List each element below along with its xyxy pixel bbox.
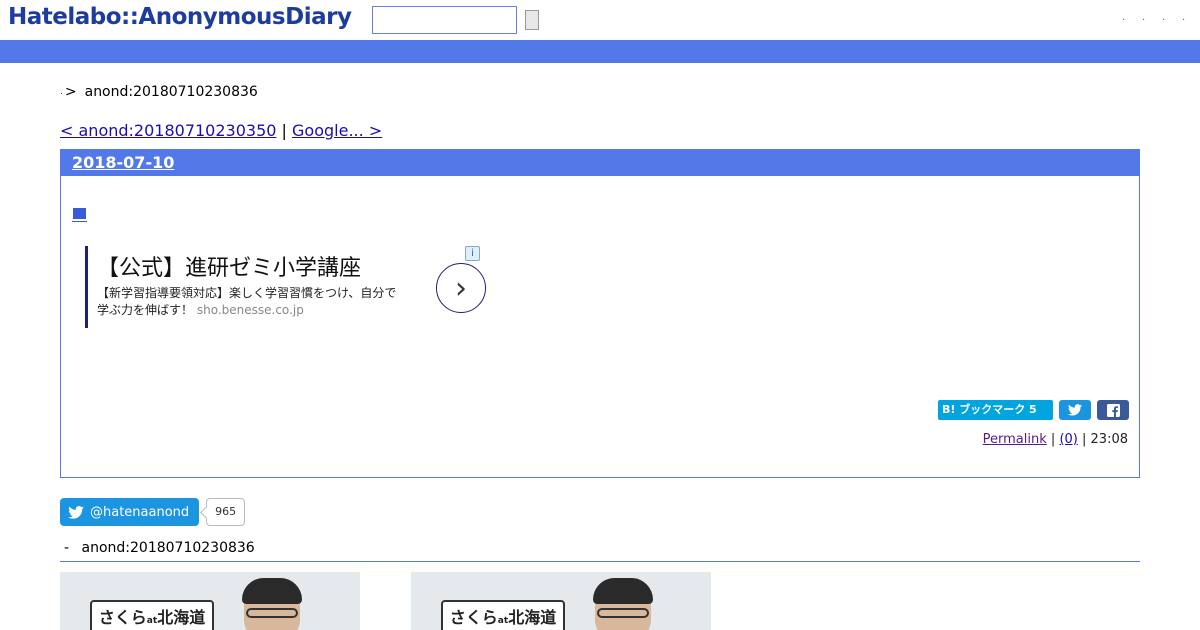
related-dash: - [64,540,70,556]
ad-domain: sho.benesse.co.jp [196,303,304,317]
person-hair [242,578,302,604]
facebook-icon [1106,403,1120,417]
day-header: 2018-07-10 [61,150,1139,176]
thumbnail-label-main: さくら [98,608,147,627]
breadcrumb-home[interactable]: . [60,87,63,97]
hatena-bookmark-button[interactable]: B! ブックマーク 5 [938,400,1053,420]
top-link-3[interactable]: . [1162,12,1168,23]
day-date-link[interactable]: 2018-07-10 [72,153,174,172]
site-logo[interactable]: Hatelabo::AnonymousDiary [8,4,352,30]
top-links: . . . . [1122,12,1188,23]
thumbnail-label-place: 北海道 [508,608,557,627]
section-marker-link[interactable] [72,206,87,222]
ad-title[interactable]: 【公式】進研ゼミ小学講座 [97,256,475,282]
top-link-2[interactable]: . [1142,12,1148,23]
related-thumbnail[interactable]: さくらat北海道 [411,572,711,630]
chevron-right-icon[interactable]: › [436,263,486,313]
entry-pager: < anond:20180710230350 | Google... > [60,121,382,140]
pager-divider: | [281,121,287,140]
twitter-icon [1068,404,1082,416]
ad-info-icon[interactable]: i [465,246,480,261]
thumbnail-label-small: at [146,616,158,626]
breadcrumb: . > anond:20180710230836 [60,84,258,100]
person-hair [593,578,653,604]
related-title: anond:20180710230836 [81,540,255,556]
thumbnail-label-small: at [497,616,509,626]
facebook-share-button[interactable] [1097,400,1129,420]
section-underline [72,221,87,222]
search-button[interactable] [525,10,539,30]
follower-count[interactable]: 965 [206,498,246,526]
thumbnail-label: さくらat北海道 [441,600,565,630]
next-entry-link[interactable]: Google... > [292,121,382,140]
thumbnail-label: さくらat北海道 [90,600,214,630]
twitter-follow-widget: @hatenaanond 965 [60,498,246,526]
twitter-handle: @hatenaanond [90,504,190,520]
section-square-icon [73,208,86,219]
diary-day: 2018-07-10 【公式】進研ゼミ小学講座 【新学習指導要領対応】楽しく学習… [60,149,1140,478]
breadcrumb-current: anond:20180710230836 [84,84,258,100]
related-entries-header: - anond:20180710230836 [60,540,1140,562]
thumbnail-label-main: さくら [449,608,498,627]
entry-footer: Permalink | (0) | 23:08 [983,432,1128,447]
twitter-share-button[interactable] [1059,400,1091,420]
glasses-icon [246,608,298,618]
entry-time: 23:08 [1090,432,1128,447]
thumbnail-label-place: 北海道 [157,608,206,627]
header-bar [0,40,1200,63]
footer-sep-2: | [1082,432,1087,447]
ad-description: 【新学習指導要領対応】楽しく学習習慣をつけ、自分で学ぶ力を伸ばす！ sho.be… [97,285,402,319]
breadcrumb-separator: > [64,84,77,100]
permalink-link[interactable]: Permalink [983,432,1047,447]
comments-link[interactable]: (0) [1059,432,1077,447]
twitter-bird-icon [68,505,84,519]
ad-unit[interactable]: 【公式】進研ゼミ小学講座 【新学習指導要領対応】楽しく学習習慣をつけ、自分で学ぶ… [85,246,486,328]
site-header: Hatelabo::AnonymousDiary . . . . [0,0,1200,40]
top-link-1[interactable]: . [1122,12,1128,23]
glasses-icon [597,608,649,618]
related-thumbnail[interactable]: さくらat北海道 [60,572,360,630]
top-link-4[interactable]: . [1182,12,1188,23]
prev-entry-link[interactable]: < anond:20180710230350 [60,121,276,140]
search-input[interactable] [372,6,517,34]
share-buttons: B! ブックマーク 5 [938,400,1129,420]
twitter-follow-button[interactable]: @hatenaanond [60,498,200,526]
footer-sep-1: | [1050,432,1056,447]
